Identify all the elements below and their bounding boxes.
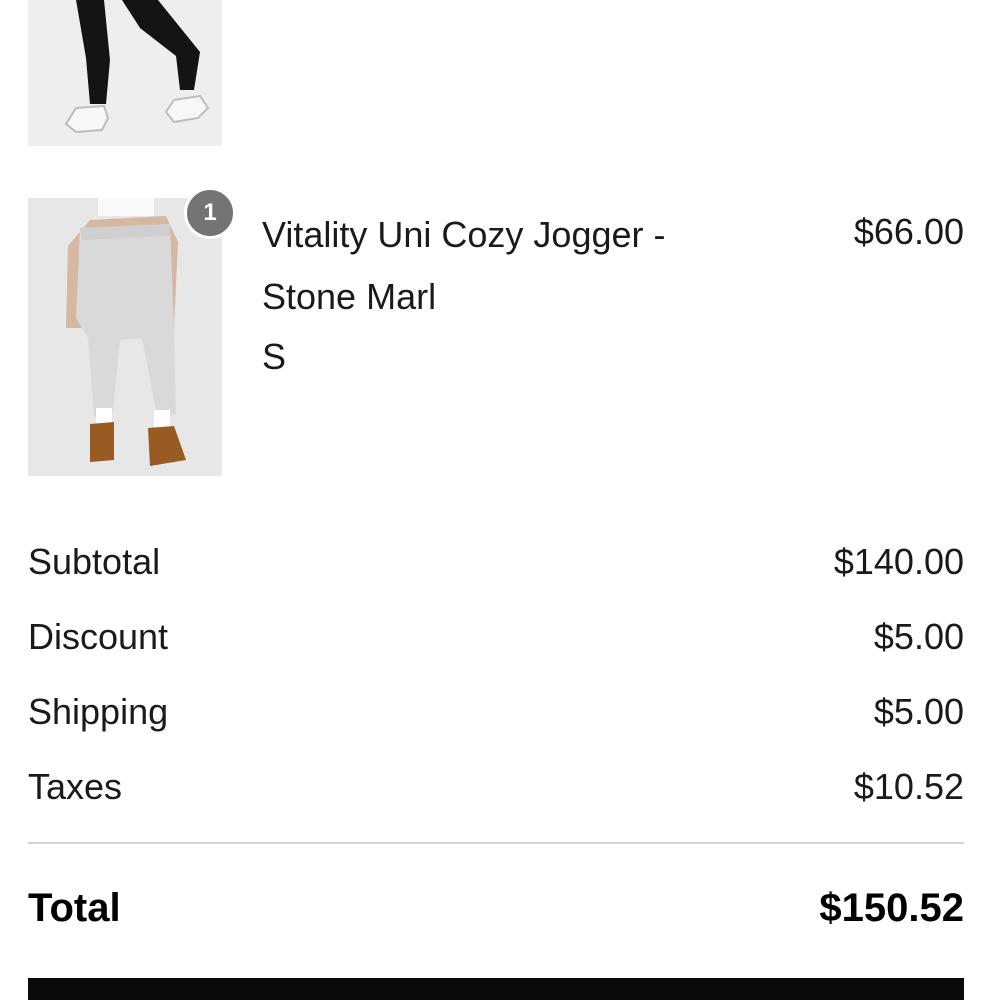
discount-label: Discount — [28, 616, 169, 657]
subtotal-row: Subtotal $140.00 — [28, 537, 964, 587]
item-variant: S — [262, 336, 287, 377]
shipping-label: Shipping — [28, 691, 169, 732]
summary-divider — [28, 842, 964, 844]
jogger-image — [28, 198, 222, 476]
product-thumbnail-jogger[interactable] — [28, 198, 222, 476]
shipping-row: Shipping $5.00 — [28, 687, 964, 737]
leggings-image — [28, 0, 222, 146]
total-row: Total $150.52 — [28, 880, 964, 936]
shipping-value: $5.00 — [873, 691, 964, 732]
item-name-line-1: Vitality Uni Cozy Jogger - — [262, 214, 666, 255]
taxes-value: $10.52 — [853, 766, 964, 807]
taxes-label: Taxes — [28, 766, 123, 807]
total-label: Total — [28, 885, 121, 930]
checkout-button[interactable] — [28, 978, 964, 1000]
item-price: $66.00 — [853, 211, 964, 252]
total-value: $150.52 — [819, 885, 964, 930]
subtotal-value: $140.00 — [833, 541, 964, 582]
discount-row: Discount $5.00 — [28, 612, 964, 662]
taxes-row: Taxes $10.52 — [28, 762, 964, 812]
discount-value: $5.00 — [873, 616, 964, 657]
item-name: Vitality Uni Cozy Jogger - Stone Marl — [262, 204, 762, 328]
product-thumbnail-leggings — [28, 0, 222, 146]
item-name-line-2: Stone Marl — [262, 276, 437, 317]
quantity-badge: 1 — [184, 187, 236, 239]
subtotal-label: Subtotal — [28, 541, 161, 582]
